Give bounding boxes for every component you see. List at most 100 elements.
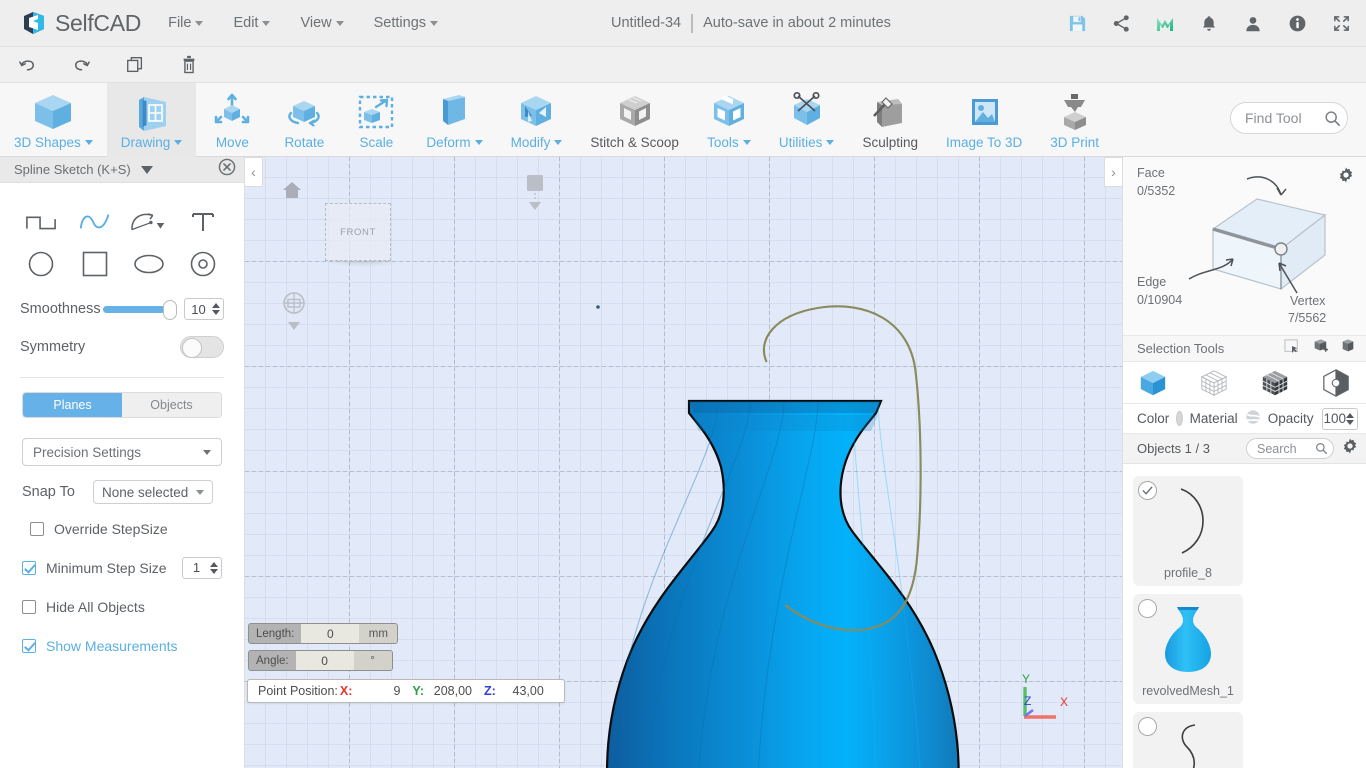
symmetry-toggle[interactable] (180, 336, 224, 358)
minimum-step-size-input[interactable]: 1 (182, 556, 222, 579)
stepper-up-icon[interactable] (210, 561, 218, 567)
undo-icon[interactable] (0, 47, 54, 83)
tool-rotate[interactable]: Rotate (268, 83, 340, 157)
smoothness-slider[interactable] (102, 299, 177, 320)
redo-icon[interactable] (54, 47, 108, 83)
object-select-radio[interactable] (1138, 717, 1157, 736)
angle-measurement[interactable]: Angle: 0 ° (248, 650, 393, 671)
save-icon[interactable] (1066, 13, 1088, 35)
material-sphere-icon[interactable] (1245, 409, 1261, 428)
segment-objects[interactable]: Objects (122, 393, 221, 417)
tool-move[interactable]: Move (196, 83, 268, 157)
chevron-down-icon[interactable] (140, 165, 153, 174)
collapse-left-panel-button[interactable]: ‹ (245, 157, 263, 187)
menu-settings[interactable]: Settings (374, 15, 439, 31)
perspective-toggle-icon[interactable] (523, 173, 547, 218)
menu-file[interactable]: File (168, 15, 204, 31)
minimum-step-size-checkbox[interactable] (22, 560, 36, 575)
ellipse-icon[interactable] (122, 245, 176, 283)
menu-edit[interactable]: Edit (233, 15, 271, 31)
object-card-profile-8[interactable]: profile_8 (1133, 476, 1243, 586)
share-icon[interactable] (1110, 13, 1132, 35)
stepper-down-icon[interactable] (1346, 419, 1354, 425)
info-icon[interactable] (1286, 13, 1308, 35)
objects-search-input[interactable]: Search (1246, 438, 1334, 459)
collapse-right-panel-button[interactable]: › (1104, 157, 1122, 187)
3d-viewport[interactable]: ‹ › FRONT Length: 0 mm Angle: 0 ° Point … (245, 157, 1122, 768)
ring-icon[interactable] (176, 245, 230, 283)
stepper-down-icon[interactable] (210, 568, 218, 574)
length-value[interactable]: 0 (301, 624, 360, 643)
opacity-input[interactable]: 100 (1322, 407, 1358, 430)
menu-view[interactable]: View (300, 15, 344, 31)
snap-to-dropdown[interactable]: None selected (92, 480, 214, 504)
object-select-radio[interactable] (1138, 481, 1157, 500)
show-measurements-checkbox[interactable] (22, 638, 36, 653)
tool-drawing[interactable]: Drawing (106, 83, 197, 157)
tool-image-to-3d[interactable]: Image To 3D (932, 83, 1036, 157)
wireframe-mode-icon[interactable] (1184, 368, 1245, 398)
camera-settings-icon[interactable] (281, 292, 307, 339)
tool-tools[interactable]: Tools (693, 83, 765, 157)
tool-deform-label: Deform (426, 135, 483, 150)
mesh-m-logo-icon[interactable] (1154, 13, 1176, 35)
tool-modify[interactable]: Modify (497, 83, 577, 157)
object-mode-icon[interactable] (1123, 368, 1184, 398)
hide-all-objects-checkbox[interactable] (22, 599, 36, 614)
add-selection-icon[interactable] (1312, 338, 1328, 359)
object-card-profile-2[interactable]: profile_2 (1133, 712, 1243, 768)
brand-logo[interactable]: SelfCAD (20, 9, 141, 37)
override-stepsize-checkbox[interactable] (30, 521, 44, 536)
length-measurement[interactable]: Length: 0 mm (248, 623, 399, 644)
segment-planes[interactable]: Planes (23, 393, 122, 417)
tool-deform[interactable]: Deform (412, 83, 496, 157)
fullscreen-icon[interactable] (1330, 13, 1352, 35)
smoothness-stepper[interactable] (212, 303, 223, 315)
stepper-down-icon[interactable] (212, 310, 220, 315)
objects-settings-gear-icon[interactable] (1342, 438, 1358, 459)
material-row: Color Material Opacity 100 (1123, 404, 1366, 434)
opacity-stepper[interactable] (1346, 412, 1357, 425)
vertex-mode-icon[interactable] (1305, 368, 1366, 398)
hide-all-objects-row[interactable]: Hide All Objects (0, 587, 244, 626)
polyline-icon[interactable] (14, 203, 68, 241)
minimum-step-size-row[interactable]: Minimum Step Size 1 (0, 548, 244, 587)
stepper-up-icon[interactable] (212, 303, 220, 308)
angle-value[interactable]: 0 (295, 651, 354, 670)
tool-3d-print[interactable]: 3D Print (1036, 83, 1113, 157)
text-tool-icon[interactable] (176, 203, 230, 241)
object-select-radio[interactable] (1138, 599, 1157, 618)
smoothness-value-input[interactable]: 10 (184, 298, 224, 320)
show-measurements-row[interactable]: Show Measurements (0, 626, 244, 665)
face-mode-icon[interactable] (1245, 368, 1306, 398)
rectangle-select-icon[interactable] (1284, 338, 1300, 359)
home-view-icon[interactable] (281, 179, 303, 206)
axis-orientation-gizmo[interactable]: Y X Z (1016, 671, 1072, 730)
view-cube[interactable]: FRONT (325, 203, 391, 261)
bezier-curve-icon[interactable] (122, 203, 176, 241)
square-icon[interactable] (68, 245, 122, 283)
tool-sculpting[interactable]: Sculpting (848, 83, 932, 157)
slider-handle[interactable] (162, 299, 177, 320)
document-name[interactable]: Untitled-34 (611, 15, 681, 31)
copy-icon[interactable] (108, 47, 162, 83)
box-selection-icon[interactable] (1340, 338, 1356, 359)
tool-scale[interactable]: Scale (340, 83, 412, 157)
close-icon[interactable] (218, 158, 236, 181)
user-account-icon[interactable] (1242, 13, 1264, 35)
notifications-bell-icon[interactable] (1198, 13, 1220, 35)
label-text: 3D Shapes (14, 135, 81, 150)
circle-icon[interactable] (14, 245, 68, 283)
delete-icon[interactable] (162, 47, 216, 83)
tool-3d-shapes[interactable]: 3D Shapes (0, 83, 107, 157)
spline-curve-icon[interactable] (68, 203, 122, 241)
stepper-up-icon[interactable] (1346, 412, 1354, 418)
precision-settings-dropdown[interactable]: Precision Settings (22, 438, 222, 466)
tool-utilities[interactable]: Utilities (765, 83, 849, 157)
min-step-stepper[interactable] (210, 561, 221, 574)
tool-stitch-and-scoop[interactable]: Stitch & Scoop (576, 83, 693, 157)
override-stepsize-row[interactable]: Override StepSize (0, 509, 244, 548)
object-card-revolvedmesh-1[interactable]: revolvedMesh_1 (1133, 594, 1243, 704)
find-tool-input[interactable]: Find Tool (1230, 102, 1348, 134)
color-swatch[interactable] (1176, 411, 1183, 426)
